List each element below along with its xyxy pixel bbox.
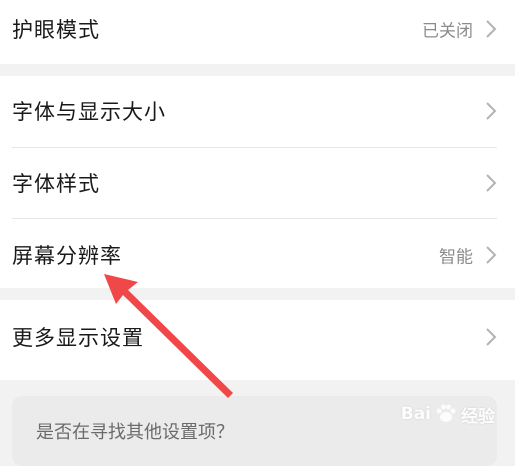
- settings-group-more: 更多显示设置: [0, 300, 515, 380]
- row-font-style-label: 字体样式: [12, 172, 100, 196]
- chevron-right-icon: [486, 102, 497, 120]
- chevron-right-icon: [486, 20, 497, 38]
- row-font-size[interactable]: 字体与显示大小: [0, 76, 515, 146]
- settings-group-display: 字体与显示大小 字体样式 屏幕分辨率 智能: [0, 76, 515, 288]
- chevron-right-icon: [486, 174, 497, 192]
- paw-icon: [436, 404, 456, 422]
- settings-group-eye: 护眼模式 已关闭: [0, 0, 515, 64]
- watermark-brand-left: Bai: [400, 404, 431, 424]
- row-more-display-label: 更多显示设置: [12, 326, 144, 350]
- row-font-style[interactable]: 字体样式: [0, 148, 515, 218]
- chevron-right-icon: [486, 246, 497, 264]
- divider: [12, 218, 497, 219]
- row-resolution-value: 智能: [439, 247, 473, 268]
- baidu-watermark: Bai 经验: [401, 399, 495, 429]
- row-font-size-label: 字体与显示大小: [12, 100, 166, 124]
- row-eye-protection-label: 护眼模式: [12, 18, 100, 42]
- watermark-brand-right: 经验: [461, 406, 495, 427]
- row-resolution[interactable]: 屏幕分辨率 智能: [0, 220, 515, 290]
- chevron-right-icon: [486, 328, 497, 346]
- row-more-display[interactable]: 更多显示设置: [0, 302, 515, 372]
- row-eye-protection[interactable]: 护眼模式 已关闭: [0, 0, 515, 64]
- row-eye-protection-value: 已关闭: [422, 21, 473, 42]
- search-suggestion-text: 是否在寻找其他设置项？: [36, 422, 234, 443]
- row-resolution-label: 屏幕分辨率: [12, 244, 122, 268]
